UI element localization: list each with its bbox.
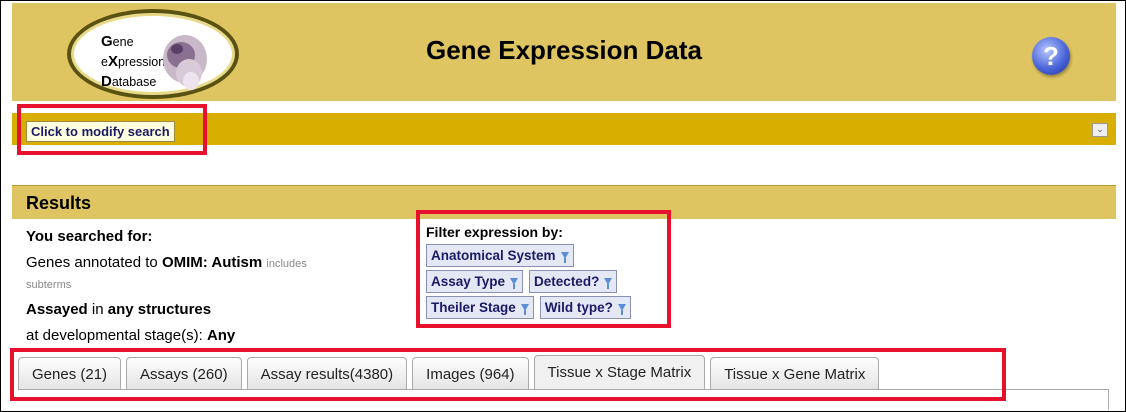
chevron-down-icon[interactable]: ⌄: [1092, 123, 1108, 137]
highlight-tabs: [10, 348, 1006, 401]
page-title: Gene Expression Data: [426, 35, 702, 65]
subterms-note: subterms: [26, 279, 72, 291]
stage-criteria: at developmental stage(s): Any: [26, 327, 236, 344]
assayed-criteria: Assayed in any structures: [26, 301, 212, 318]
genes-criteria: Genes annotated to OMIM: Autism includes: [26, 254, 307, 271]
page-header: Gene eXpression Database Gene Expression…: [12, 3, 1116, 101]
highlight-filters: [416, 210, 671, 328]
highlight-modify-search: [17, 104, 207, 155]
results-title: Results: [26, 193, 92, 213]
you-searched-for-label: You searched for:: [26, 228, 153, 245]
search-summary: You searched for: Genes annotated to OMI…: [26, 224, 396, 349]
help-icon[interactable]: ?: [1032, 37, 1070, 75]
tab-panel-edge: [1108, 389, 1109, 410]
